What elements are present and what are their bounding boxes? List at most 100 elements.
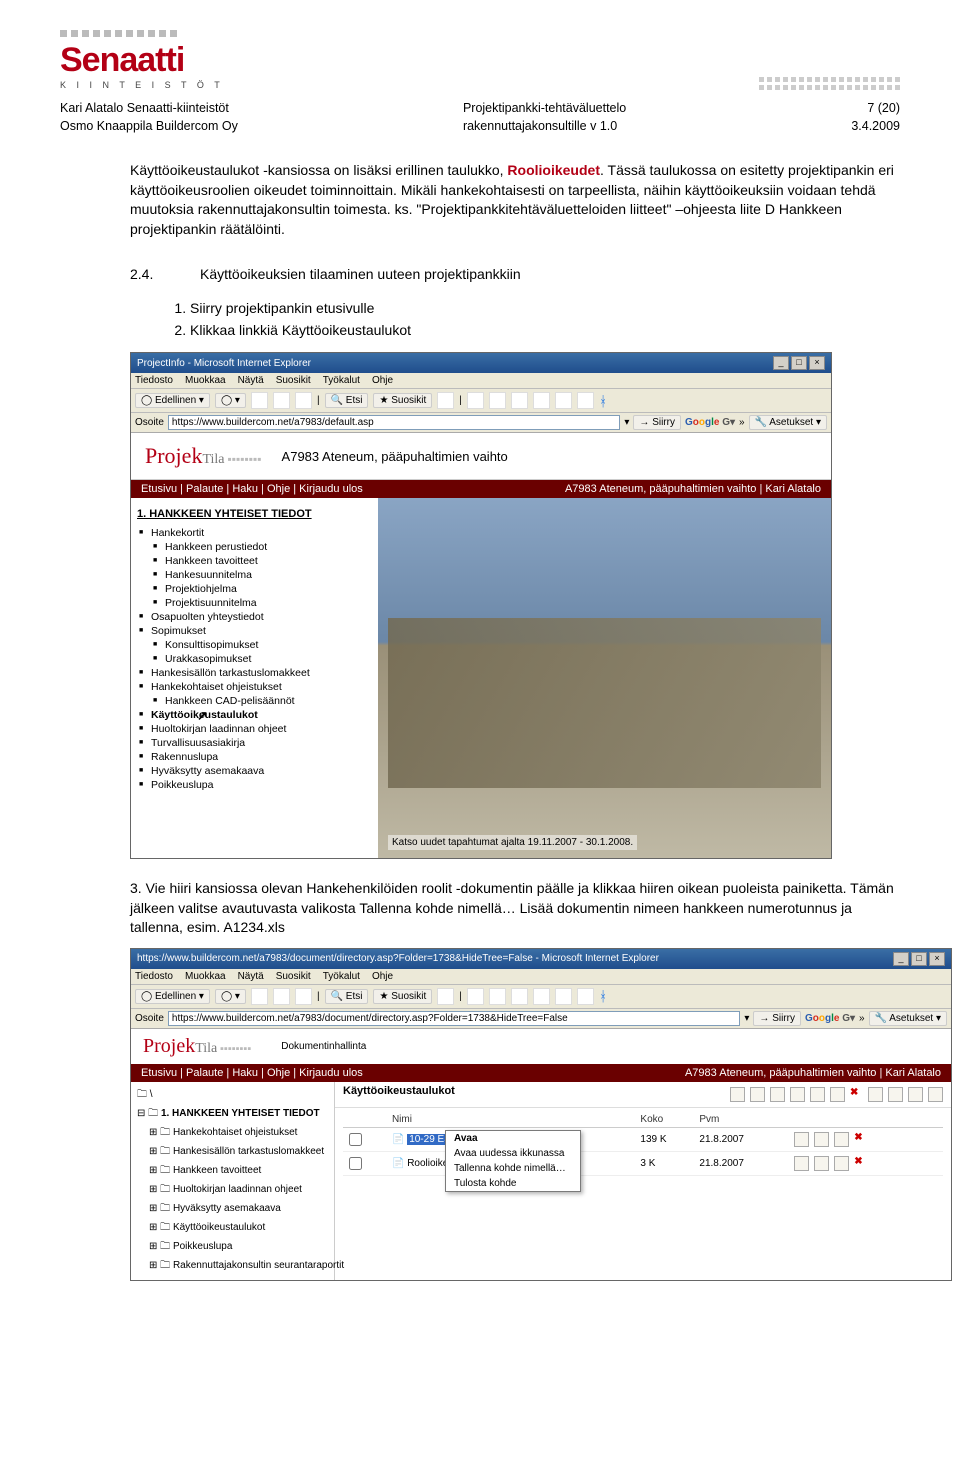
back-button[interactable]: ◯ Edellinen ▾ bbox=[135, 393, 210, 408]
edit-icon[interactable] bbox=[511, 392, 528, 409]
panel-title: Käyttöoikeustaulukot bbox=[343, 1085, 455, 1104]
stop-icon[interactable] bbox=[251, 988, 268, 1005]
favorites-button[interactable]: ★ Suosikit bbox=[373, 393, 432, 408]
home-icon[interactable] bbox=[295, 392, 312, 409]
sidebar-item-highlight[interactable]: Käyttöoikeustaulukot bbox=[137, 708, 372, 722]
discuss-icon[interactable] bbox=[533, 392, 550, 409]
ctx-open[interactable]: Avaa bbox=[446, 1131, 580, 1146]
edit-icon[interactable] bbox=[511, 988, 528, 1005]
row-checkbox[interactable] bbox=[349, 1157, 362, 1170]
heading-number: 2.4. bbox=[130, 265, 170, 285]
window-controls[interactable]: _□× bbox=[773, 356, 825, 370]
folder-tree[interactable]: 🗀 \ ⊟ 🗀 1. HANKKEEN YHTEISET TIEDOT ⊞ 🗀 … bbox=[131, 1082, 335, 1280]
sidebar-item[interactable]: Rakennuslupa bbox=[137, 750, 372, 764]
page-number: 7 (20) bbox=[851, 100, 900, 118]
print-icon[interactable] bbox=[489, 392, 506, 409]
sidebar-item[interactable]: Turvallisuusasiakirja bbox=[137, 736, 372, 750]
sidebar-item[interactable]: Hyväksytty asemakaava bbox=[137, 764, 372, 778]
screenshot-1: ProjectInfo - Microsoft Internet Explore… bbox=[130, 352, 832, 859]
search-button[interactable]: 🔍 Etsi bbox=[325, 989, 369, 1004]
mail-icon[interactable] bbox=[467, 392, 484, 409]
sidebar-item[interactable]: Hankesisällön tarkastuslomakkeet bbox=[137, 666, 372, 680]
history-icon[interactable] bbox=[437, 392, 454, 409]
messenger-icon[interactable] bbox=[577, 988, 594, 1005]
sidebar-item[interactable]: Hankkeen perustiedot bbox=[137, 540, 372, 554]
panel-actions[interactable]: ✖ bbox=[730, 1087, 943, 1102]
home-icon[interactable] bbox=[295, 988, 312, 1005]
address-input[interactable] bbox=[168, 415, 620, 430]
author-1: Kari Alatalo Senaatti-kiinteistöt bbox=[60, 100, 238, 118]
forward-button[interactable]: ◯ ▾ bbox=[215, 989, 246, 1004]
print-icon[interactable] bbox=[489, 988, 506, 1005]
doc-date: 3.4.2009 bbox=[851, 118, 900, 136]
heading-text: Käyttöoikeuksien tilaaminen uuteen proje… bbox=[200, 265, 521, 285]
row-checkbox[interactable] bbox=[349, 1133, 362, 1146]
ctx-print[interactable]: Tulosta kohde bbox=[446, 1176, 580, 1191]
discuss-icon[interactable] bbox=[533, 988, 550, 1005]
google-toolbar[interactable]: Google G▾ bbox=[805, 1013, 855, 1024]
step-1: Siirry projektipankin etusivulle bbox=[190, 299, 900, 319]
refresh-icon[interactable] bbox=[273, 392, 290, 409]
sidebar-item[interactable]: Sopimukset bbox=[137, 624, 372, 638]
refresh-icon[interactable] bbox=[273, 988, 290, 1005]
address-input[interactable] bbox=[168, 1011, 740, 1026]
window-title: ProjectInfo - Microsoft Internet Explore… bbox=[137, 358, 311, 369]
app-nav-right: A7983 Ateneum, pääpuhaltimien vaihto | K… bbox=[685, 1067, 941, 1079]
search-button[interactable]: 🔍 Etsi bbox=[325, 393, 369, 408]
settings-button[interactable]: 🔧 Asetukset ▾ bbox=[869, 1011, 947, 1026]
sidebar-item[interactable]: Konsulttisopimukset bbox=[137, 638, 372, 652]
history-icon[interactable] bbox=[437, 988, 454, 1005]
doc-meta: Kari Alatalo Senaatti-kiinteistöt Osmo K… bbox=[60, 100, 900, 135]
messenger-icon[interactable] bbox=[577, 392, 594, 409]
doc-title: Projektipankki-tehtäväluettelo bbox=[463, 100, 626, 118]
sidebar-item[interactable]: Urakkasopimukset bbox=[137, 652, 372, 666]
sidebar-item[interactable]: Hankkeen CAD-pelisäännöt bbox=[137, 694, 372, 708]
forward-button[interactable]: ◯ ▾ bbox=[215, 393, 246, 408]
deco-dots bbox=[60, 30, 224, 37]
app-title: Dokumentinhallinta bbox=[281, 1041, 366, 1052]
app-nav-left[interactable]: Etusivu | Palaute | Haku | Ohje | Kirjau… bbox=[141, 1067, 363, 1079]
google-toolbar[interactable]: Google G▾ bbox=[685, 417, 735, 428]
table-row[interactable]: 📄 10-29 ES-U-E Taaja.xls 139 K 21.8.2007… bbox=[343, 1127, 943, 1151]
research-icon[interactable] bbox=[555, 988, 572, 1005]
sidebar-item[interactable]: Projektisuunnitelma bbox=[137, 596, 372, 610]
menu-bar[interactable]: TiedostoMuokkaaNäytäSuosikitTyökalutOhje bbox=[131, 969, 951, 985]
go-button[interactable]: → Siirry bbox=[753, 1011, 801, 1026]
mail-icon[interactable] bbox=[467, 988, 484, 1005]
screenshot-2: https://www.buildercom.net/a7983/documen… bbox=[130, 948, 952, 1281]
toolbar[interactable]: ◯ Edellinen ▾ ◯ ▾ | 🔍 Etsi ★ Suosikit | … bbox=[131, 389, 831, 413]
sidebar-item[interactable]: Hankekortit bbox=[137, 526, 372, 540]
ctx-open-new[interactable]: Avaa uudessa ikkunassa bbox=[446, 1146, 580, 1161]
ctx-save-as[interactable]: Tallenna kohde nimellä… bbox=[446, 1161, 580, 1176]
menu-bar[interactable]: TiedostoMuokkaaNäytäSuosikitTyökalutOhje bbox=[131, 373, 831, 389]
sidebar-item[interactable]: Poikkeuslupa bbox=[137, 778, 372, 792]
window-title: https://www.buildercom.net/a7983/documen… bbox=[137, 953, 659, 964]
app-logo: ProjekTila ▪▪▪▪▪▪▪▪ bbox=[145, 443, 262, 469]
settings-button[interactable]: 🔧 Asetukset ▾ bbox=[749, 415, 827, 430]
favorites-button[interactable]: ★ Suosikit bbox=[373, 989, 432, 1004]
sidebar-item[interactable]: Huoltokirjan laadinnan ohjeet bbox=[137, 722, 372, 736]
app-nav-right: A7983 Ateneum, pääpuhaltimien vaihto | K… bbox=[565, 483, 821, 495]
go-button[interactable]: → Siirry bbox=[633, 415, 681, 430]
file-table: NimiKokoPvm 📄 10-29 ES-U-E Taaja.xls 139… bbox=[343, 1112, 943, 1176]
sidebar-item[interactable]: Hankesuunnitelma bbox=[137, 568, 372, 582]
caption-text: Katso uudet tapahtumat ajalta 19.11.2007… bbox=[388, 835, 637, 850]
app-logo: ProjekTila ▪▪▪▪▪▪▪▪ bbox=[143, 1035, 251, 1058]
doc-version: rakennuttajakonsultille v 1.0 bbox=[463, 118, 626, 136]
section-2-4: 2.4. Käyttöoikeuksien tilaaminen uuteen … bbox=[130, 265, 900, 340]
table-row[interactable]: 📄 Roolioikeudet.xls 3 K 21.8.2007 ✖ bbox=[343, 1151, 943, 1175]
sidebar-item[interactable]: Hankekohtaiset ohjeistukset bbox=[137, 680, 372, 694]
window-controls[interactable]: _□× bbox=[893, 952, 945, 966]
stop-icon[interactable] bbox=[251, 392, 268, 409]
app-nav-left[interactable]: Etusivu | Palaute | Haku | Ohje | Kirjau… bbox=[141, 483, 363, 495]
bluetooth-icon[interactable]: ᚼ bbox=[599, 393, 607, 409]
sidebar-item[interactable]: Projektiohjelma bbox=[137, 582, 372, 596]
hero-image: Katso uudet tapahtumat ajalta 19.11.2007… bbox=[378, 498, 831, 858]
sidebar-item[interactable]: Osapuolten yhteystiedot bbox=[137, 610, 372, 624]
sidebar-item[interactable]: Hankkeen tavoitteet bbox=[137, 554, 372, 568]
context-menu[interactable]: Avaa Avaa uudessa ikkunassa Tallenna koh… bbox=[445, 1130, 581, 1192]
research-icon[interactable] bbox=[555, 392, 572, 409]
toolbar[interactable]: ◯ Edellinen ▾ ◯ ▾ | 🔍 Etsi ★ Suosikit | … bbox=[131, 985, 951, 1009]
bluetooth-icon[interactable]: ᚼ bbox=[599, 988, 607, 1004]
back-button[interactable]: ◯ Edellinen ▾ bbox=[135, 989, 210, 1004]
